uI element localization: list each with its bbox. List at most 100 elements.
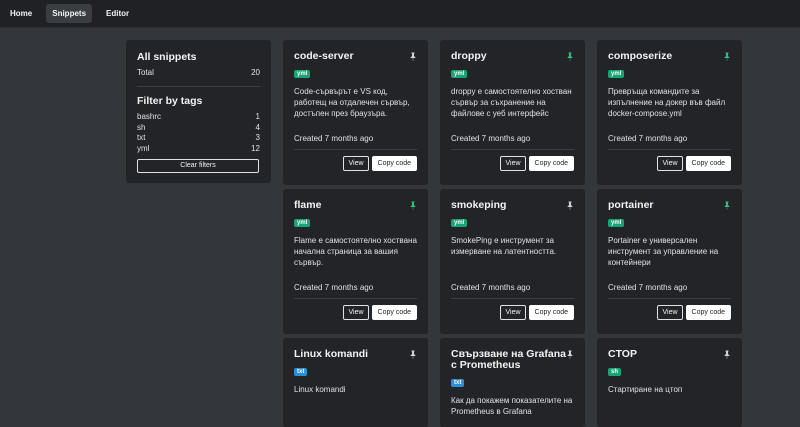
card-header: CTOP <box>608 349 731 360</box>
view-button[interactable]: View <box>500 305 526 320</box>
view-button[interactable]: View <box>657 305 683 320</box>
tag-filter-yml[interactable]: yml 12 <box>137 144 260 154</box>
card-actions: View Copy code <box>608 305 731 320</box>
pin-icon[interactable] <box>409 52 417 61</box>
tag-filter-name: bashrc <box>137 112 162 121</box>
snippet-description: Code-сървърът е VS код, работещ на отдал… <box>294 87 410 118</box>
snippet-card: Linux komandi txt Linux komandi View Cop… <box>283 338 428 427</box>
card-actions: View Copy code <box>451 156 574 171</box>
snippet-tag-badge[interactable]: sh <box>608 368 622 376</box>
snippet-tag-badge[interactable]: yml <box>451 219 468 227</box>
view-button[interactable]: View <box>657 156 683 171</box>
card-divider <box>451 298 574 299</box>
tag-filter-count: 12 <box>251 143 260 153</box>
view-button[interactable]: View <box>500 156 526 171</box>
clear-filters-button[interactable]: Clear filters <box>137 159 259 173</box>
pin-icon[interactable] <box>723 350 731 359</box>
snippet-card: flame yml Flame е самостоятелно хоствана… <box>283 189 428 334</box>
copy-code-button[interactable]: Copy code <box>528 305 574 320</box>
card-divider <box>608 298 731 299</box>
card-divider <box>608 149 731 150</box>
snippet-tag-badge[interactable]: txt <box>451 379 465 387</box>
total-label: Total <box>137 68 154 77</box>
copy-code-button[interactable]: Copy code <box>371 305 417 320</box>
snippet-title: composerize <box>608 50 673 62</box>
card-header: droppy <box>451 51 574 62</box>
copy-code-button[interactable]: Copy code <box>371 156 417 171</box>
snippet-card: CTOP sh Стартиране на цтоп View Copy cod… <box>597 338 742 427</box>
top-navbar: Home Snippets Editor <box>0 0 800 28</box>
snippet-tag-badge[interactable]: yml <box>294 70 311 78</box>
all-snippets-title: All snippets <box>137 51 197 63</box>
card-actions: View Copy code <box>294 305 417 320</box>
pin-icon[interactable] <box>409 350 417 359</box>
tag-filter-count: 3 <box>255 133 260 142</box>
snippet-created: Created 7 months ago <box>294 134 374 143</box>
view-button[interactable]: View <box>343 156 369 171</box>
copy-code-button[interactable]: Copy code <box>685 156 731 171</box>
snippet-title: CTOP <box>608 348 637 360</box>
snippet-title: portainer <box>608 199 654 211</box>
card-header: portainer <box>608 200 731 211</box>
card-header: composerize <box>608 51 731 62</box>
card-actions: View Copy code <box>608 156 731 171</box>
card-actions: View Copy code <box>294 156 417 171</box>
snippet-description: Превръща командите за изпълнение на доке… <box>608 87 726 118</box>
total-row: Total 20 <box>137 68 260 77</box>
card-divider <box>451 149 574 150</box>
snippet-card: droppy yml droppy е самостоятелно хоства… <box>440 40 585 185</box>
card-header: Свързване на Grafana с Prometheus <box>451 349 574 371</box>
filter-by-tags-title: Filter by tags <box>137 95 203 107</box>
pin-icon[interactable] <box>409 201 417 210</box>
snippet-description: Linux komandi <box>294 385 346 394</box>
pin-icon[interactable] <box>566 201 574 210</box>
card-divider <box>294 298 417 299</box>
copy-code-button[interactable]: Copy code <box>685 305 731 320</box>
view-button[interactable]: View <box>343 305 369 320</box>
snippet-tag-badge[interactable]: yml <box>608 219 625 227</box>
tag-filter-list: bashrc 1 sh 4 txt 3 yml 12 <box>137 112 260 153</box>
snippet-tag-badge[interactable]: yml <box>451 70 468 78</box>
snippet-card: composerize yml Превръща командите за из… <box>597 40 742 185</box>
snippet-description: Стартиране на цтоп <box>608 385 683 394</box>
snippet-created: Created 7 months ago <box>608 134 688 143</box>
snippet-tag-badge[interactable]: yml <box>608 70 625 78</box>
pin-icon[interactable] <box>566 52 574 61</box>
tag-filter-name: sh <box>137 122 146 132</box>
snippet-created: Created 7 months ago <box>451 283 531 292</box>
tag-filter-count: 1 <box>255 112 260 121</box>
snippet-description: SmokePing е инструмент за измерване на л… <box>451 236 557 256</box>
snippet-created: Created 7 months ago <box>608 283 688 292</box>
snippet-description: Flame е самостоятелно хоствана начална с… <box>294 236 417 267</box>
pin-icon[interactable] <box>723 201 731 210</box>
tag-filter-count: 4 <box>255 122 260 132</box>
snippet-card: smokeping yml SmokePing е инструмент за … <box>440 189 585 334</box>
snippet-description: droppy е самостоятелно хостван сървър за… <box>451 87 572 118</box>
card-header: smokeping <box>451 200 574 211</box>
snippet-title: Linux komandi <box>294 348 369 360</box>
snippet-title: flame <box>294 199 322 211</box>
copy-code-button[interactable]: Copy code <box>528 156 574 171</box>
total-count: 20 <box>251 68 260 77</box>
tag-filter-name: txt <box>137 133 146 142</box>
nav-editor[interactable]: Editor <box>100 4 135 23</box>
filter-sidebar: All snippets Total 20 Filter by tags bas… <box>126 40 271 183</box>
snippet-created: Created 7 months ago <box>294 283 374 292</box>
snippet-tag-badge[interactable]: txt <box>294 368 308 376</box>
card-divider <box>294 149 417 150</box>
tag-filter-txt[interactable]: txt 3 <box>137 133 260 143</box>
tag-filter-bashrc[interactable]: bashrc 1 <box>137 112 260 122</box>
sidebar-divider <box>137 86 260 87</box>
nav-home[interactable]: Home <box>4 4 38 23</box>
snippet-tag-badge[interactable]: yml <box>294 219 311 227</box>
tag-filter-sh[interactable]: sh 4 <box>137 123 260 133</box>
pin-icon[interactable] <box>723 52 731 61</box>
snippet-created: Created 7 months ago <box>451 134 531 143</box>
snippet-card: Свързване на Grafana с Prometheus txt Ка… <box>440 338 585 427</box>
tag-filter-name: yml <box>137 143 150 153</box>
snippet-description: Как да покажем показателите на Prometheu… <box>451 396 573 416</box>
pin-icon[interactable] <box>566 350 574 359</box>
card-header: Linux komandi <box>294 349 417 360</box>
nav-snippets[interactable]: Snippets <box>46 4 93 23</box>
snippet-title: smokeping <box>451 199 507 211</box>
